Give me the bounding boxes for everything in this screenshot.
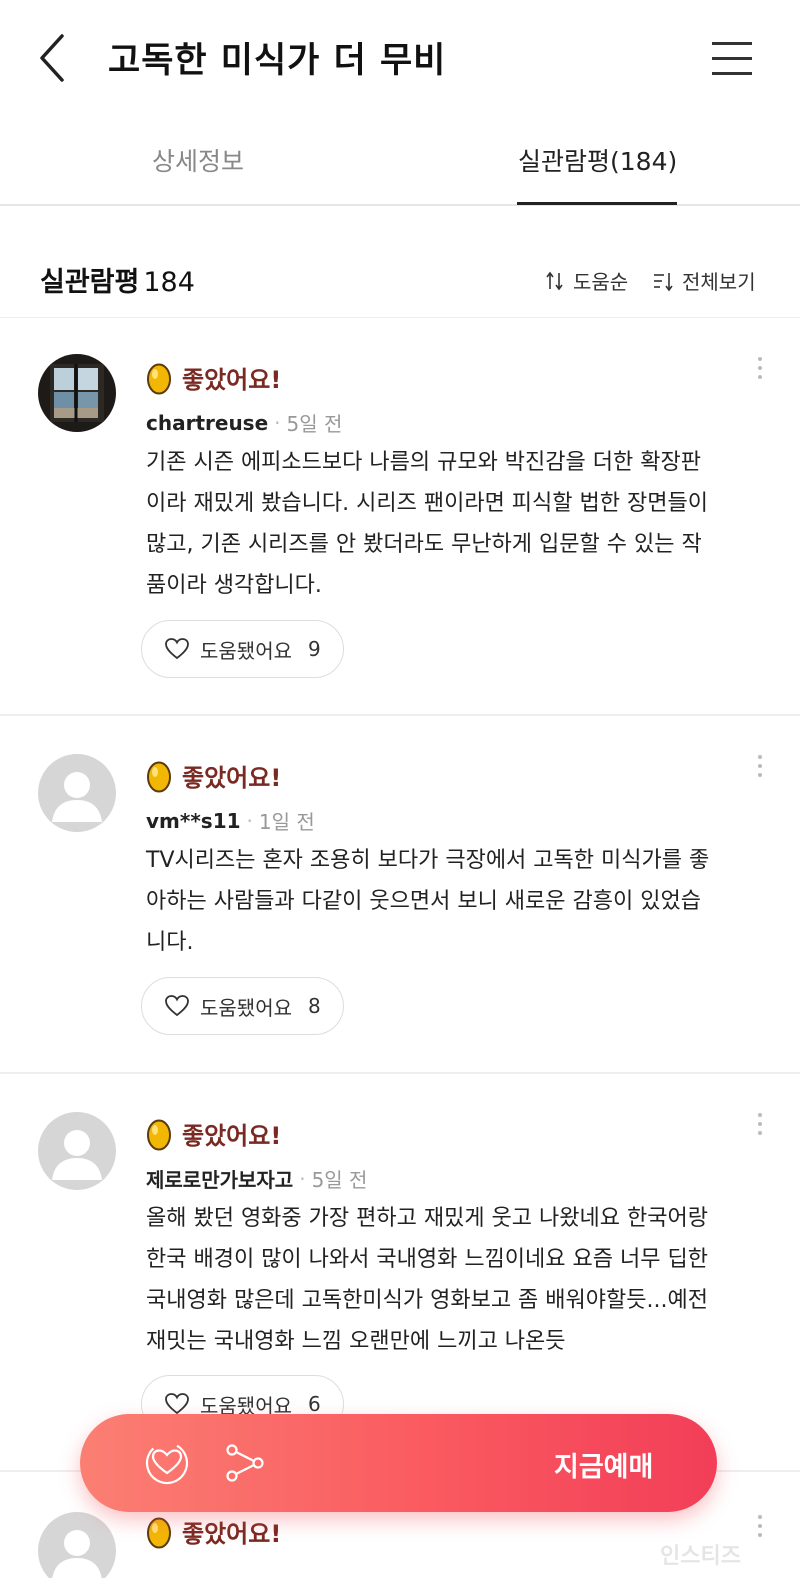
- review-line: 아하는 사람들과 다같이 웃으면서 보니 새로운 감흥이 있었습: [146, 889, 701, 914]
- default-avatar-icon: [52, 772, 102, 822]
- review-item: 좋았어요! chartreuse · 5일 전 기존 시즌 에피소드보다 나름의…: [0, 318, 800, 716]
- back-arrow-icon: [40, 34, 64, 82]
- golden-egg-icon: [147, 1517, 171, 1548]
- timestamp: 5일 전: [311, 1168, 368, 1192]
- helpful-button[interactable]: 도움됐어요 8: [141, 977, 344, 1035]
- golden-egg-icon: [147, 1119, 171, 1150]
- reviews-heading: 실관람평 184: [40, 260, 195, 299]
- heart-icon: [165, 995, 189, 1017]
- tab-active-indicator: [517, 202, 677, 205]
- sort-button[interactable]: 도움순: [545, 266, 628, 295]
- meta-separator: ·: [299, 1166, 306, 1191]
- rating-label: 좋았어요!: [182, 366, 282, 394]
- more-options-button[interactable]: [750, 752, 770, 782]
- rating: 좋았어요!: [146, 1116, 281, 1151]
- tab-bar: 상세정보 실관람평(184): [0, 118, 800, 206]
- review-line: 기존 시즌 에피소드보다 나름의 규모와 박진감을 더한 확장판: [146, 450, 701, 475]
- tab-details[interactable]: 상세정보: [152, 142, 244, 178]
- avatar: [38, 354, 116, 432]
- review-line: 재밋는 국내영화 느낌 오랜만에 느끼고 나온듯: [146, 1329, 566, 1354]
- menu-button[interactable]: [710, 38, 754, 78]
- meta-separator: ·: [246, 808, 253, 833]
- helpful-count: 6: [308, 1392, 321, 1416]
- booking-bar: 지금예매: [80, 1414, 717, 1512]
- timestamp: 5일 전: [286, 412, 343, 436]
- sort-label: 도움순: [573, 270, 629, 294]
- book-now-button[interactable]: 지금예매: [554, 1445, 653, 1484]
- review-item: 좋았어요! 제로로만가보자고 · 5일 전 올해 봤던 영화중 가장 편하고 재…: [0, 1074, 800, 1472]
- helpful-count: 8: [308, 994, 321, 1018]
- share-button[interactable]: [222, 1440, 268, 1486]
- more-vertical-icon: [758, 357, 762, 361]
- review-line: 많고, 기존 시리즈를 안 봤더라도 무난하게 입문할 수 있는 작: [146, 532, 702, 557]
- top-bar: 고독한 미식가 더 무비: [0, 0, 800, 118]
- reviews-summary: 실관람평 184 도움순 전체보기: [0, 206, 800, 318]
- default-avatar-icon: [52, 1130, 102, 1180]
- heart-icon: [165, 638, 189, 660]
- view-all-button[interactable]: 전체보기: [652, 266, 756, 295]
- more-options-button[interactable]: [750, 1110, 770, 1140]
- sort-icon: [546, 271, 563, 290]
- more-vertical-icon: [758, 1515, 762, 1519]
- meta-separator: ·: [274, 410, 281, 435]
- review-item: 좋았어요! vm**s11 · 1일 전 TV시리즈는 혼자 조용히 보다가 극…: [0, 716, 800, 1074]
- username: vm**s11: [146, 808, 241, 833]
- rating: 좋았어요!: [146, 758, 281, 793]
- default-avatar-icon: [52, 1530, 102, 1578]
- watermark: 인스티즈: [660, 1544, 741, 1569]
- avatar: [38, 754, 116, 832]
- share-icon: [226, 1444, 264, 1482]
- golden-egg-icon: [147, 761, 171, 792]
- helpful-button[interactable]: 도움됐어요 9: [141, 620, 344, 678]
- review-line: 이라 재밌게 봤습니다. 시리즈 팬이라면 피식할 법한 장면들이: [146, 491, 708, 516]
- review-line: 니다.: [146, 930, 194, 955]
- review-meta: vm**s11 · 1일 전: [146, 806, 315, 835]
- review-text: 기존 시즌 에피소드보다 나름의 규모와 박진감을 더한 확장판 이라 재밌게 …: [146, 442, 766, 606]
- view-all-label: 전체보기: [682, 270, 756, 294]
- more-options-button[interactable]: [750, 1512, 770, 1542]
- heart-icon: [165, 1393, 189, 1415]
- review-meta: 제로로만가보자고 · 5일 전: [146, 1164, 367, 1193]
- rating: 좋았어요!: [146, 360, 281, 395]
- username: 제로로만가보자고: [146, 1168, 294, 1192]
- review-line: TV시리즈는 혼자 조용히 보다가 극장에서 고독한 미식가를 좋: [146, 848, 710, 873]
- more-options-button[interactable]: [750, 354, 770, 384]
- like-heart-icon: [145, 1441, 189, 1485]
- rating-label: 좋았어요!: [182, 1122, 282, 1150]
- review-meta: chartreuse · 5일 전: [146, 408, 342, 437]
- hamburger-menu-icon: [712, 42, 752, 45]
- golden-egg-icon: [147, 363, 171, 394]
- avatar: [38, 1112, 116, 1190]
- timestamp: 1일 전: [258, 810, 315, 834]
- review-line: 올해 봤던 영화중 가장 편하고 재밌게 웃고 나왔네요 한국어랑: [146, 1206, 708, 1231]
- page-title: 고독한 미식가 더 무비: [108, 41, 447, 81]
- review-line: 한국 배경이 많이 나와서 국내영화 느낌이네요 요즘 너무 딥한: [146, 1247, 708, 1272]
- review-line: 국내영화 많은데 고독한미식가 영화보고 좀 배워야할듯...예전: [146, 1288, 708, 1313]
- review-text: TV시리즈는 혼자 조용히 보다가 극장에서 고독한 미식가를 좋 아하는 사람…: [146, 840, 766, 963]
- username: chartreuse: [146, 410, 269, 435]
- reviews-heading-label: 실관람평: [40, 267, 140, 298]
- like-button[interactable]: [142, 1438, 192, 1488]
- more-vertical-icon: [758, 1113, 762, 1117]
- back-button[interactable]: [34, 30, 74, 86]
- review-line: 품이라 생각합니다.: [146, 573, 322, 598]
- rating-label: 좋았어요!: [182, 764, 282, 792]
- review-text: 올해 봤던 영화중 가장 편하고 재밌게 웃고 나왔네요 한국어랑 한국 배경이…: [146, 1198, 766, 1362]
- helpful-label: 도움됐어요: [200, 638, 292, 663]
- rating-label: 좋았어요!: [182, 1520, 282, 1548]
- filter-list-icon: [654, 272, 673, 291]
- more-vertical-icon: [758, 755, 762, 759]
- tab-reviews[interactable]: 실관람평(184): [518, 142, 677, 178]
- avatar: [38, 1512, 116, 1578]
- rating: 좋았어요!: [146, 1514, 281, 1549]
- helpful-count: 9: [308, 637, 321, 661]
- helpful-label: 도움됐어요: [200, 995, 292, 1020]
- reviews-count: 184: [143, 267, 195, 298]
